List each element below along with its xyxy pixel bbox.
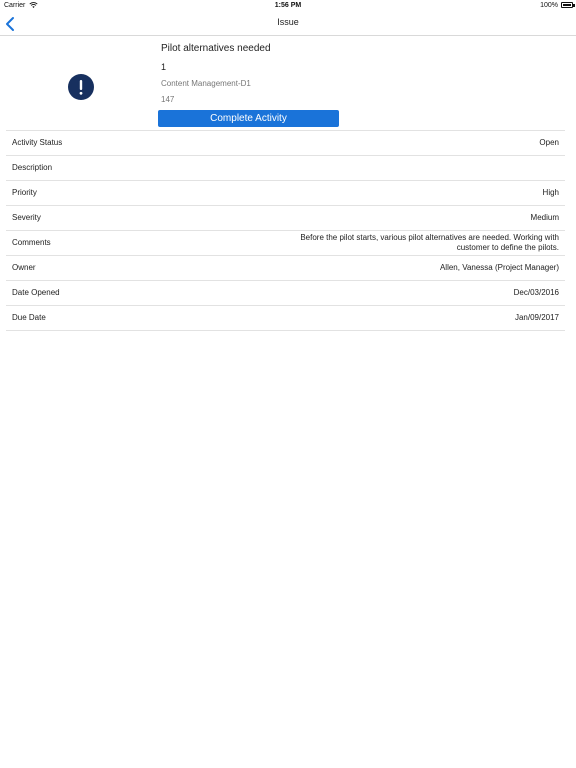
exclamation-icon — [68, 74, 94, 100]
field-priority: Priority High — [6, 181, 565, 206]
field-value: High — [542, 188, 559, 197]
field-label: Comments — [12, 238, 51, 247]
field-label: Priority — [12, 188, 37, 197]
field-label: Activity Status — [12, 138, 63, 147]
field-label: Due Date — [12, 313, 46, 322]
issue-header: Pilot alternatives needed 1 Content Mana… — [0, 36, 576, 130]
field-label: Severity — [12, 213, 41, 222]
field-value: Open — [539, 138, 559, 147]
field-due-date: Due Date Jan/09/2017 — [6, 306, 565, 331]
status-bar: Carrier 1:56 PM 100% — [0, 0, 576, 12]
field-label: Owner — [12, 263, 36, 272]
field-date-opened: Date Opened Dec/03/2016 — [6, 281, 565, 306]
issue-id: 147 — [161, 95, 175, 104]
field-value: Medium — [530, 213, 559, 222]
field-description: Description — [6, 156, 565, 181]
issue-project: Content Management-D1 — [161, 79, 251, 88]
field-owner: Owner Allen, Vanessa (Project Manager) — [6, 256, 565, 281]
navigation-bar: Issue — [0, 12, 576, 36]
complete-activity-button[interactable]: Complete Activity — [158, 110, 339, 127]
field-severity: Severity Medium — [6, 206, 565, 231]
issue-details-list: Activity Status Open Description Priorit… — [6, 130, 565, 331]
issue-title: Pilot alternatives needed — [161, 43, 271, 54]
field-label: Date Opened — [12, 288, 60, 297]
field-activity-status: Activity Status Open — [6, 131, 565, 156]
battery-percent: 100% — [540, 2, 558, 9]
battery-tip — [573, 4, 575, 7]
field-comments: Comments Before the pilot starts, variou… — [6, 231, 565, 256]
issue-number: 1 — [161, 62, 167, 72]
field-value: Jan/09/2017 — [514, 313, 559, 322]
clock: 1:56 PM — [274, 2, 302, 9]
page-title: Issue — [277, 17, 299, 27]
field-value: Dec/03/2016 — [513, 288, 559, 297]
battery-icon — [561, 2, 573, 8]
field-value: Before the pilot starts, various pilot a… — [300, 233, 559, 252]
field-label: Description — [12, 163, 53, 172]
field-value: Allen, Vanessa (Project Manager) — [439, 263, 559, 272]
